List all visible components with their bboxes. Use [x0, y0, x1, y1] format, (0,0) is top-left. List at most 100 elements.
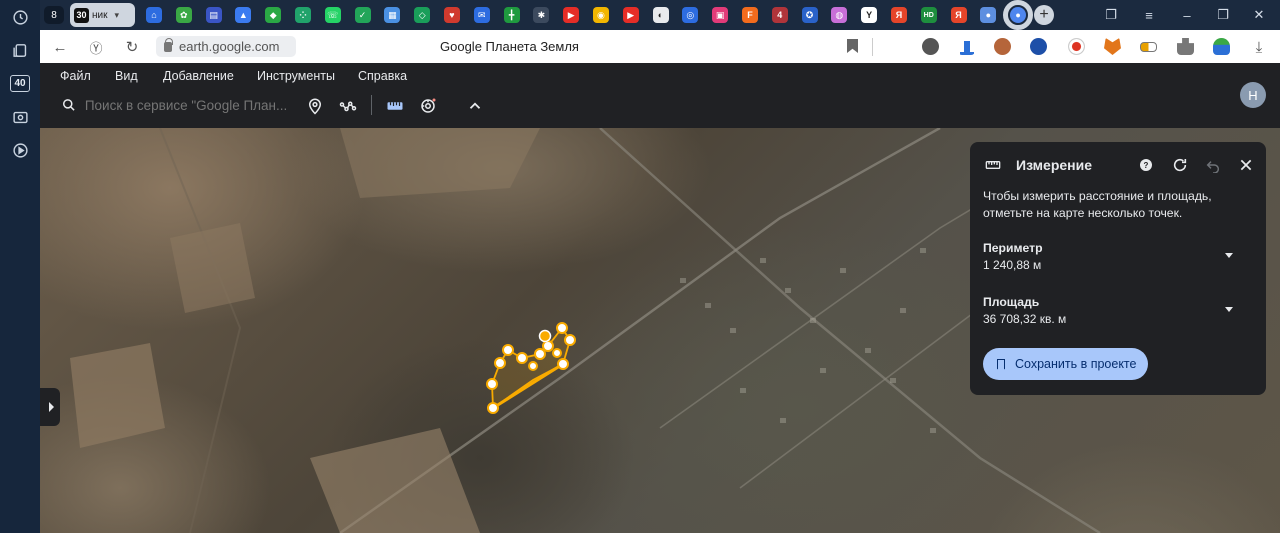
notify-icon[interactable]: 4	[771, 7, 788, 23]
extension-avatar-icon[interactable]	[994, 38, 1011, 55]
play-icon[interactable]	[9, 139, 31, 161]
close-icon[interactable]	[1237, 156, 1255, 174]
message-icon[interactable]: ◎	[682, 7, 699, 23]
f-icon[interactable]: F	[741, 7, 758, 23]
path-icon[interactable]	[338, 96, 358, 116]
y-icon[interactable]: Y	[861, 7, 878, 23]
chevron-up-icon[interactable]	[465, 96, 485, 116]
area-label: Площадь	[983, 295, 1040, 309]
divider	[872, 38, 873, 56]
mail-icon[interactable]: ✉	[473, 7, 490, 23]
arrow-logo-icon[interactable]: ▲	[235, 7, 252, 23]
check-icon[interactable]: ✓	[354, 7, 371, 23]
page-title: Google Планета Земля	[440, 39, 579, 54]
ruler-icon[interactable]	[385, 96, 405, 116]
chat-icon[interactable]: ▤	[205, 7, 222, 23]
downloads-icon[interactable]: ⤓	[1249, 37, 1269, 57]
search-box[interactable]	[50, 90, 292, 120]
globe-extension-icon[interactable]	[1030, 38, 1047, 55]
url-text: earth.google.com	[179, 39, 280, 54]
puzzle-icon[interactable]	[1177, 38, 1194, 55]
menu-tools[interactable]: Инструменты	[257, 69, 335, 83]
browser-sidebar: 40	[0, 0, 40, 533]
measure-panel: Измерение ? Чтобы измерить расстояние и …	[970, 142, 1266, 395]
chevron-down-icon[interactable]: ▾	[114, 10, 119, 21]
home-icon[interactable]: ⌂	[146, 7, 162, 23]
perimeter-value: 1 240,88 м	[983, 258, 1042, 272]
search-input[interactable]	[84, 97, 292, 113]
menu-add[interactable]: Добавление	[163, 69, 234, 83]
battery-icon[interactable]	[1140, 42, 1157, 52]
reset-icon[interactable]	[1171, 156, 1189, 174]
chrome-icon[interactable]: ✪	[801, 7, 818, 23]
earth-toolbar: Файл Вид Добавление Инструменты Справка …	[40, 63, 1280, 128]
youtube-icon-2[interactable]: ▶	[622, 7, 639, 23]
pinned-tabs: ⌂ ✿ ▤ ▲ ◆ ⁘ ☏ ✓ ▦ ◇ ♥ ✉ ╋ ✱ ▶ ◉ ▶ ◐ ◎ ▣ F 4 ✪ ◍ Y Я HD Я ● ●	[146, 0, 1034, 30]
restore-icon[interactable]: ❐	[1214, 6, 1232, 24]
collections-icon[interactable]	[9, 39, 31, 61]
youtube-icon[interactable]: ▶	[563, 7, 580, 23]
close-window-icon[interactable]: ✕	[1250, 6, 1268, 24]
tab-group-active[interactable]: 30 ник ▾	[70, 3, 135, 27]
sprout-icon[interactable]: ✿	[175, 7, 192, 23]
menu-icon[interactable]: ≡	[1140, 6, 1158, 24]
yandex-icon-2[interactable]: Я	[950, 7, 967, 23]
lock-icon	[164, 37, 173, 52]
whatsapp-icon[interactable]: ☏	[324, 7, 341, 23]
toolbar-divider	[371, 95, 372, 115]
circle-icon[interactable]: ◍	[831, 7, 848, 23]
green-shield-icon[interactable]: ◆	[265, 7, 282, 23]
bookmark-icon[interactable]	[847, 39, 858, 53]
screenshot-icon[interactable]	[9, 106, 31, 128]
undo-icon[interactable]	[1204, 156, 1222, 174]
save-button-label: Сохранить в проекте	[1015, 357, 1137, 371]
record-icon[interactable]	[1068, 38, 1085, 55]
sheet-icon[interactable]: ◉	[592, 7, 609, 23]
gear-icon[interactable]: ✱	[533, 7, 550, 23]
download-icon[interactable]	[958, 38, 975, 55]
diamond-icon[interactable]: ◇	[414, 7, 431, 23]
dots-icon[interactable]: ⁘	[294, 7, 311, 23]
yandex-icon[interactable]: Я	[890, 7, 907, 23]
tab-counter-icon[interactable]: 40	[10, 75, 30, 92]
bookmark-icon	[997, 358, 1005, 370]
menu-view[interactable]: Вид	[115, 69, 138, 83]
help-icon[interactable]: ?	[1137, 156, 1155, 174]
sync-icon[interactable]	[1213, 38, 1230, 55]
back-icon[interactable]: ←	[50, 37, 70, 57]
reload-icon[interactable]: ↻	[122, 37, 142, 57]
tab-group-count[interactable]: 8	[44, 6, 64, 24]
panel-title: Измерение	[1016, 157, 1093, 173]
heart-icon[interactable]: ♥	[443, 7, 460, 23]
url-field[interactable]: earth.google.com	[156, 36, 296, 57]
menu-file[interactable]: Файл	[60, 69, 91, 83]
tab-bar: 8 30 ник ▾ ⌂ ✿ ▤ ▲ ◆ ⁘ ☏ ✓ ▦ ◇ ♥ ✉ ╋ ✱ ▶ ◉ ▶ ◐ ◎ ▣ F 4 ✪ ◍ Y Я HD Я…	[40, 0, 1280, 30]
perimeter-label: Периметр	[983, 241, 1043, 255]
perimeter-units-dropdown[interactable]	[1225, 253, 1233, 258]
panel-toggle-button[interactable]	[40, 388, 60, 426]
tab-group-number: 30	[74, 7, 89, 23]
globe-icon[interactable]: ●	[980, 7, 997, 23]
metamask-icon[interactable]	[1104, 38, 1121, 55]
area-units-dropdown[interactable]	[1225, 307, 1233, 312]
ruler-icon	[984, 156, 1002, 174]
new-tab-button[interactable]: +	[1034, 5, 1054, 25]
tab-manager-icon[interactable]: ❐	[1102, 6, 1120, 24]
placemark-icon[interactable]	[305, 96, 325, 116]
area-value: 36 708,32 кв. м	[983, 312, 1067, 326]
history-icon[interactable]	[9, 6, 31, 28]
hd-icon[interactable]: HD	[920, 7, 937, 23]
earth-tab-icon[interactable]: ●	[1003, 0, 1034, 30]
save-to-project-button[interactable]: Сохранить в проекте	[983, 348, 1148, 380]
extension-bulb-icon[interactable]	[922, 38, 939, 55]
minimize-icon[interactable]: –	[1178, 6, 1196, 24]
moon-icon[interactable]: ◐	[652, 7, 669, 23]
avatar[interactable]: H	[1240, 82, 1266, 108]
svg-text:?: ?	[1144, 161, 1149, 170]
yandex-home-icon[interactable]: Ⓨ	[86, 37, 106, 57]
menu-help[interactable]: Справка	[358, 69, 407, 83]
image-icon[interactable]: ▦	[384, 7, 401, 23]
table-icon[interactable]: ╋	[503, 7, 520, 23]
voyager-icon[interactable]	[418, 96, 438, 116]
app-icon[interactable]: ▣	[712, 7, 729, 23]
